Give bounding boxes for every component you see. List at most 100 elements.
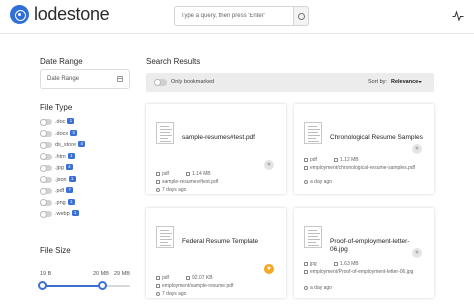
file-path-value: employment/Proof-of-employment-letter-06… bbox=[310, 269, 414, 275]
file-path-value: sample-resumes#test.pdf bbox=[162, 179, 219, 185]
file-icon bbox=[156, 171, 160, 176]
search-results-title: Search Results bbox=[146, 57, 201, 66]
modified-time-meta: a day ago bbox=[304, 285, 332, 292]
activity-icon[interactable] bbox=[452, 10, 464, 22]
file-type-name: .webp bbox=[55, 211, 70, 217]
file-path-meta: employment/chronological-resume-samples.… bbox=[304, 165, 424, 172]
scale-icon bbox=[186, 275, 190, 280]
results-filter-bar: Only bookmarked Sort by: Relevance bbox=[146, 73, 434, 92]
document-thumbnail bbox=[304, 226, 322, 248]
modified-time-value: a day ago bbox=[310, 285, 332, 291]
compass-logo-icon bbox=[10, 5, 29, 24]
file-size-min-handle[interactable] bbox=[37, 281, 47, 290]
result-title[interactable]: sample-resumes#test.pdf bbox=[182, 134, 278, 142]
file-type-count-badge: 7 bbox=[66, 187, 74, 193]
document-thumbnail bbox=[156, 122, 174, 144]
file-type-toggle[interactable] bbox=[40, 153, 52, 160]
clock-icon bbox=[156, 291, 160, 296]
file-type-label: .docx 3 bbox=[55, 129, 78, 139]
file-type-meta: jpg bbox=[304, 261, 317, 268]
file-type-item[interactable]: .json 1 bbox=[40, 175, 120, 185]
modified-time-meta: 7 days ago bbox=[156, 187, 186, 194]
folder-icon bbox=[304, 269, 308, 274]
file-type-value: pdf bbox=[162, 171, 169, 177]
chevron-down-icon[interactable] bbox=[418, 81, 422, 83]
file-type-label: .png 1 bbox=[55, 198, 75, 208]
date-range-input[interactable]: Date Range bbox=[40, 69, 130, 89]
star-icon[interactable]: ★ bbox=[412, 248, 422, 258]
file-type-toggle[interactable] bbox=[40, 118, 52, 126]
result-card[interactable]: Chronological Resume Samples pdf 1.12 MB em… bbox=[294, 104, 434, 194]
folder-icon bbox=[156, 283, 160, 288]
star-icon[interactable]: ★ bbox=[264, 264, 274, 274]
file-size-mid-label: 20 MB bbox=[93, 271, 109, 277]
file-type-value: jpg bbox=[310, 261, 317, 267]
file-path-meta: employment/sample-resume.pdf bbox=[156, 283, 276, 290]
file-size-value: 1.14 MB bbox=[192, 171, 211, 177]
file-type-item[interactable]: .htm 1 bbox=[40, 152, 120, 162]
app-name: lodestone bbox=[34, 4, 110, 24]
file-type-count-badge: 1 bbox=[68, 175, 76, 182]
result-card[interactable]: Proof-of-employment-letter-06.jpg jpg 1.63… bbox=[294, 208, 434, 298]
file-path-meta: employment/Proof-of-employment-letter-06… bbox=[304, 269, 424, 276]
result-card[interactable]: sample-resumes#test.pdf pdf 1.14 MB sample-… bbox=[146, 104, 286, 194]
app-header: lodestone bbox=[0, 0, 474, 34]
file-type-toggle[interactable] bbox=[40, 164, 52, 172]
file-type-toggle[interactable] bbox=[40, 187, 52, 195]
clock-icon bbox=[156, 187, 160, 192]
search-input[interactable] bbox=[174, 6, 294, 26]
file-size-slider-track[interactable] bbox=[42, 285, 130, 287]
file-type-item[interactable]: .webp 1 bbox=[40, 210, 120, 219]
file-type-toggle[interactable] bbox=[40, 130, 52, 137]
modified-time-value: 7 days ago bbox=[162, 187, 187, 193]
calendar-icon[interactable] bbox=[117, 76, 123, 82]
document-thumbnail bbox=[156, 226, 174, 248]
file-type-item[interactable]: .doc 1 bbox=[40, 118, 120, 127]
file-type-value: pdf bbox=[162, 275, 169, 281]
file-type-toggle[interactable] bbox=[40, 176, 52, 183]
file-type-count-badge: 4 bbox=[78, 141, 86, 147]
file-type-toggle[interactable] bbox=[40, 210, 52, 218]
star-icon[interactable]: ★ bbox=[412, 144, 422, 154]
file-size-title: File Size bbox=[40, 246, 71, 255]
star-icon[interactable]: ★ bbox=[264, 160, 274, 170]
file-type-item[interactable]: .docx 3 bbox=[40, 129, 120, 139]
file-size-meta: 1.63 MB bbox=[334, 261, 359, 268]
file-type-item[interactable]: .pdf 7 bbox=[40, 187, 120, 196]
file-type-toggle[interactable] bbox=[40, 199, 52, 206]
only-bookmarked-toggle[interactable] bbox=[154, 79, 167, 86]
file-type-item[interactable]: .jpg 4 bbox=[40, 164, 120, 173]
file-size-meta: 1.12 MB bbox=[334, 157, 359, 164]
result-title[interactable]: Federal Resume Template bbox=[182, 238, 278, 246]
only-bookmarked-label: Only bookmarked bbox=[171, 79, 215, 85]
modified-time-value: a day ago bbox=[310, 179, 332, 185]
modified-time-value: 7 days ago bbox=[162, 291, 187, 297]
file-size-value: 1.12 MB bbox=[340, 157, 359, 163]
result-title[interactable]: Chronological Resume Samples bbox=[330, 134, 426, 142]
file-icon bbox=[304, 261, 308, 266]
file-type-count-badge: 3 bbox=[70, 129, 78, 136]
clock-icon bbox=[304, 179, 308, 184]
file-type-toggle[interactable] bbox=[40, 141, 52, 149]
file-type-item[interactable]: ds_store 4 bbox=[40, 141, 120, 150]
file-size-max-handle[interactable] bbox=[98, 281, 108, 290]
search-icon[interactable] bbox=[293, 6, 309, 26]
sort-by-dropdown[interactable]: Relevance bbox=[391, 79, 418, 85]
document-thumbnail bbox=[304, 122, 322, 144]
file-type-label: .jpg 4 bbox=[55, 164, 73, 173]
file-type-meta: pdf bbox=[156, 275, 169, 282]
file-type-name: ds_store bbox=[55, 142, 77, 148]
file-type-label: .json 1 bbox=[55, 175, 76, 185]
file-size-max-label: 29 MB bbox=[114, 271, 130, 277]
file-type-label: .pdf 7 bbox=[55, 187, 74, 196]
file-type-label: .htm 1 bbox=[55, 152, 75, 162]
result-card[interactable]: Federal Resume Template pdf 92.07 KB employ… bbox=[146, 208, 286, 298]
file-type-item[interactable]: .png 1 bbox=[40, 198, 120, 208]
sort-by-label: Sort by: bbox=[368, 79, 387, 85]
file-icon bbox=[304, 157, 308, 162]
file-type-count-badge: 1 bbox=[67, 118, 75, 124]
file-size-value: 92.07 KB bbox=[192, 275, 213, 281]
file-type-label: ds_store 4 bbox=[55, 141, 86, 150]
file-type-label: .webp 1 bbox=[55, 210, 79, 219]
file-type-label: .doc 1 bbox=[55, 118, 75, 127]
